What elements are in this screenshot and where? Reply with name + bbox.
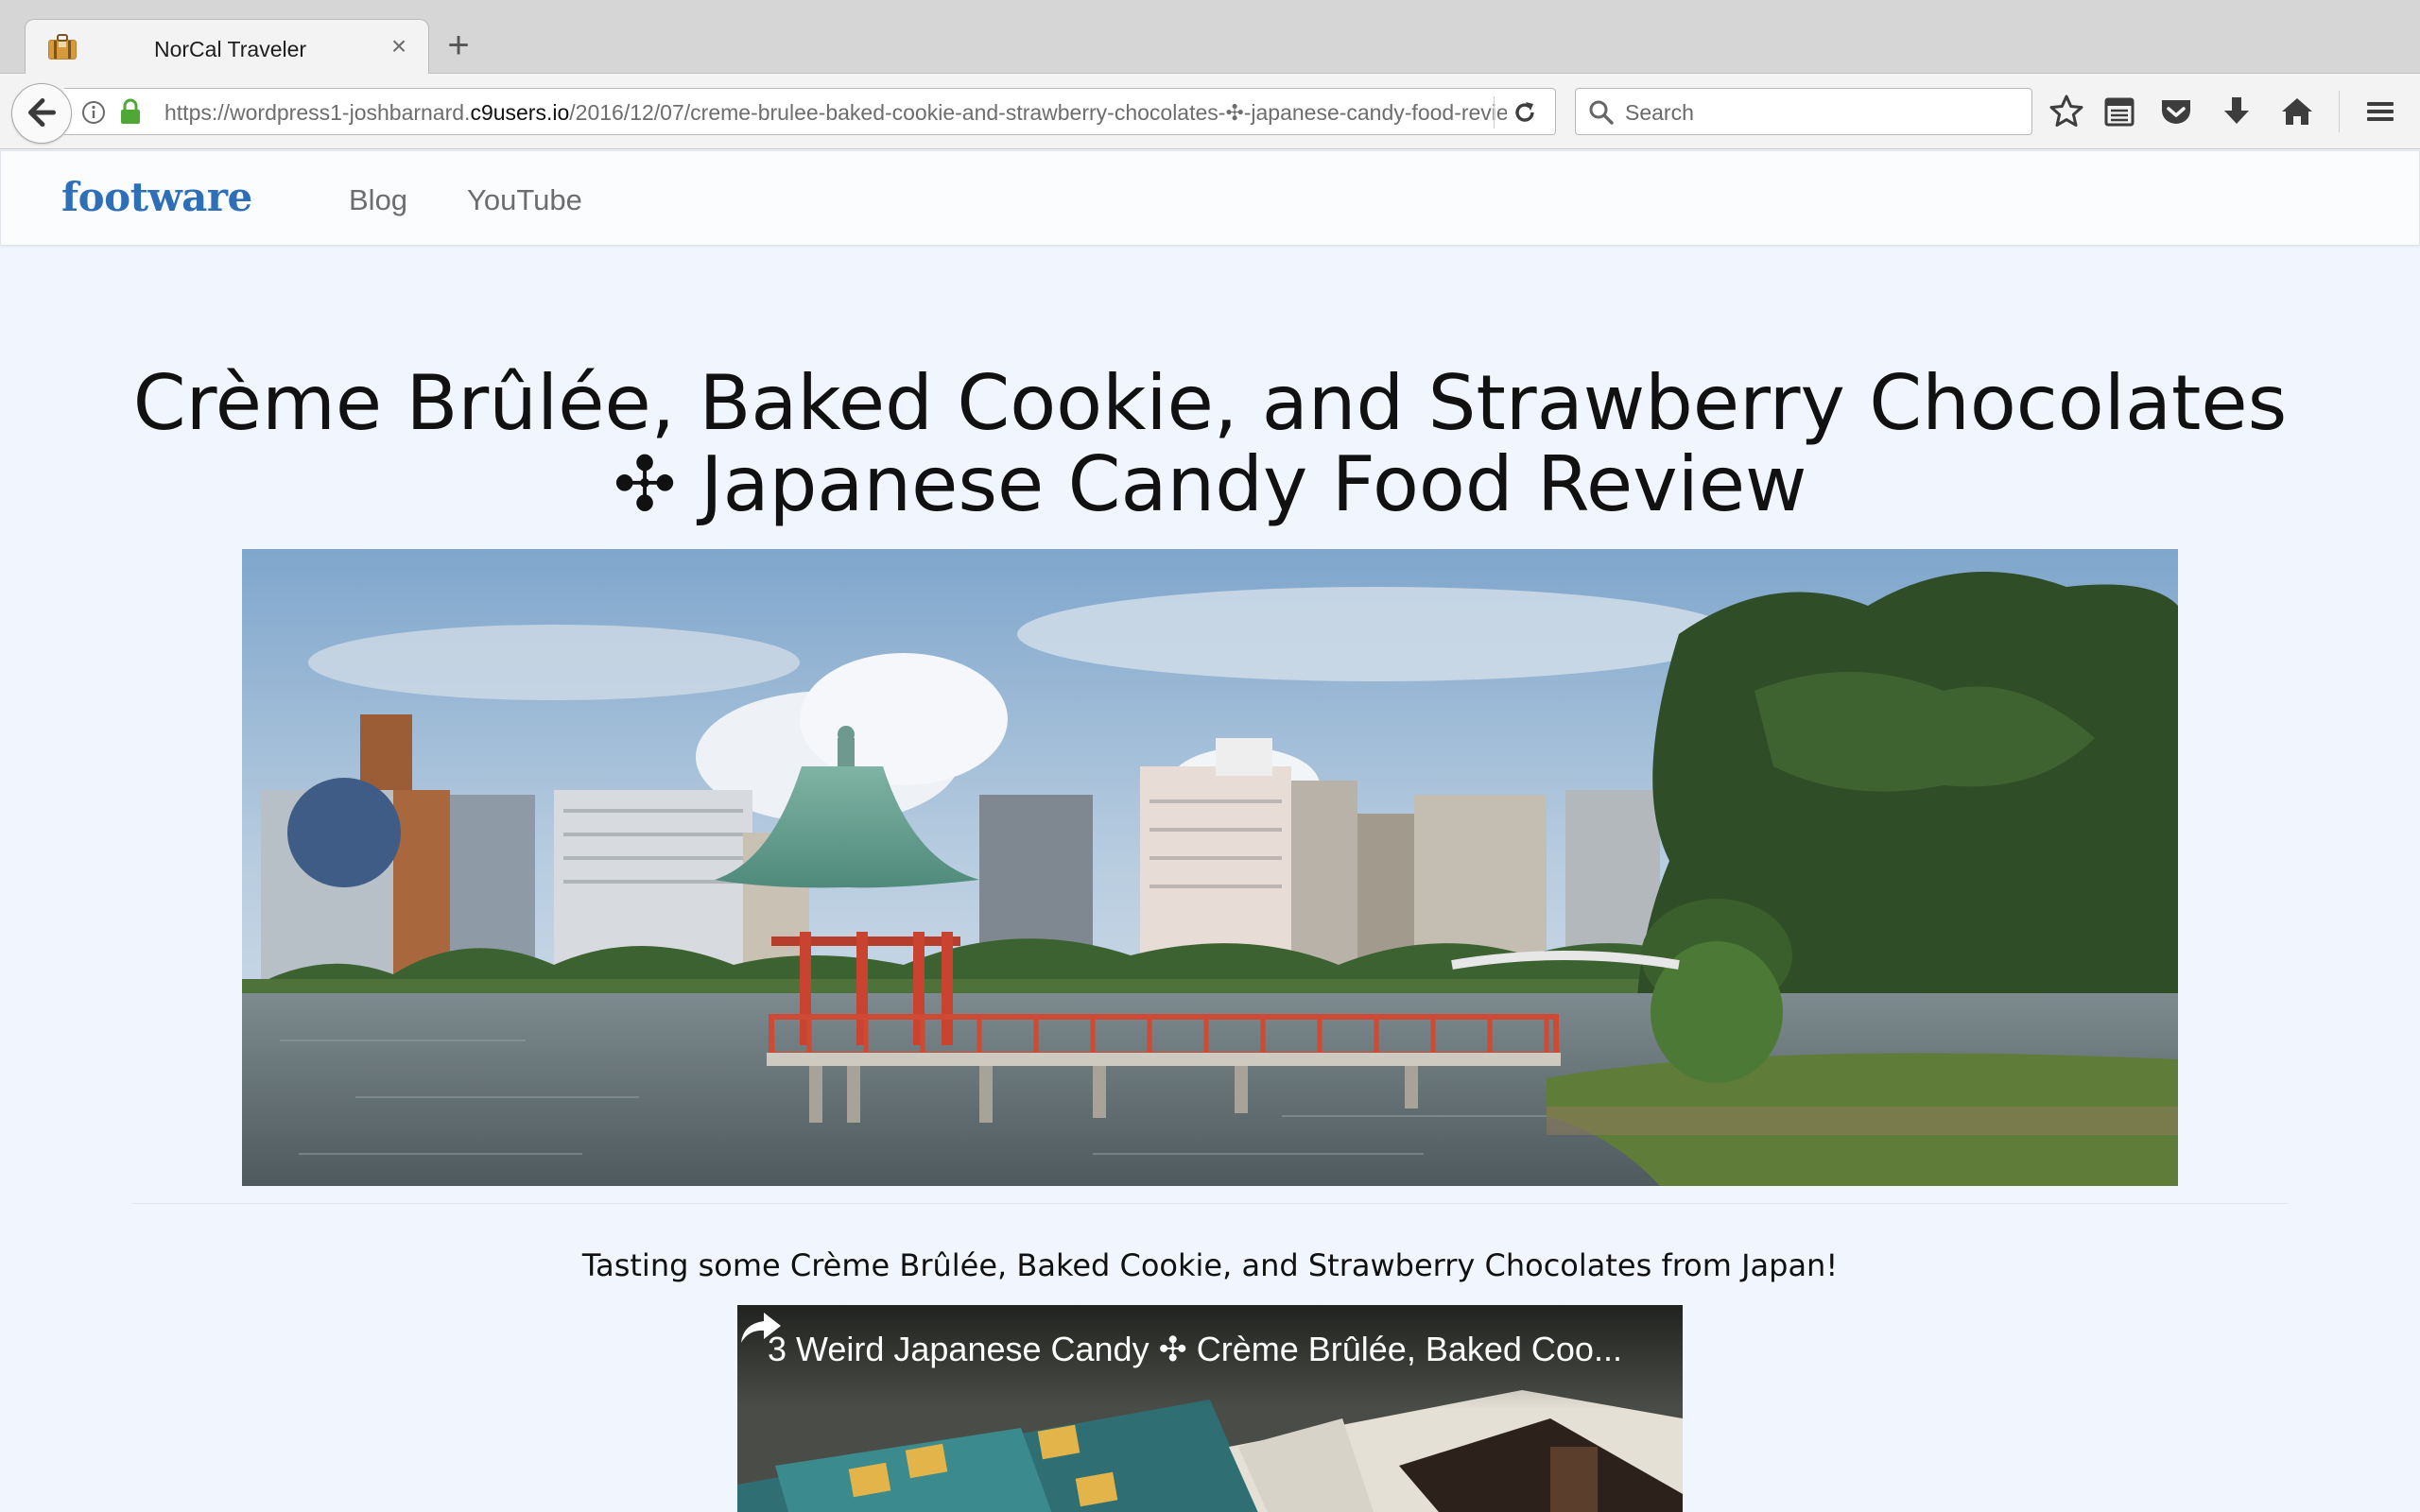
video-title[interactable]: 3 Weird Japanese Candy ✣ Crème Brûlée, B… — [768, 1330, 1622, 1369]
tab-close-button[interactable]: × — [385, 31, 413, 61]
url-text[interactable]: https://wordpress1-joshbarnard.c9users.i… — [164, 100, 1507, 126]
new-tab-button[interactable]: + — [442, 26, 475, 64]
menu-icon[interactable] — [2361, 93, 2399, 130]
tab-title: NorCal Traveler — [154, 37, 307, 61]
info-icon[interactable] — [81, 100, 106, 125]
back-arrow-icon — [27, 98, 57, 128]
search-bar[interactable] — [1575, 88, 2032, 135]
lock-icon[interactable] — [119, 98, 142, 125]
nav-link-blog[interactable]: Blog — [349, 183, 407, 217]
address-bar[interactable]: https://wordpress1-joshbarnard.c9users.i… — [64, 88, 1556, 135]
featured-image — [242, 549, 2178, 1186]
browser-tab[interactable]: NorCal Traveler × — [25, 19, 429, 74]
search-icon — [1589, 100, 1614, 125]
share-icon[interactable] — [737, 1305, 785, 1349]
post-excerpt: Tasting some Crème Brûlée, Baked Cookie,… — [581, 1247, 1839, 1283]
site-logo[interactable]: footware — [61, 174, 252, 220]
home-icon[interactable] — [2278, 93, 2316, 130]
tab-strip: NorCal Traveler × + — [0, 0, 2420, 74]
youtube-video-embed[interactable]: 3 Weird Japanese Candy ✣ Crème Brûlée, B… — [737, 1305, 1683, 1512]
search-input[interactable] — [1625, 98, 2022, 127]
content-divider — [132, 1203, 2288, 1204]
nav-link-youtube[interactable]: YouTube — [467, 183, 582, 217]
reload-icon[interactable] — [1511, 98, 1539, 127]
star-icon[interactable] — [2048, 93, 2085, 130]
url-divider — [1494, 96, 1495, 129]
post-title: Crème Brûlée, Baked Cookie, and Strawber… — [132, 359, 2288, 528]
reading-list-icon[interactable] — [2100, 93, 2138, 130]
toolbar-divider — [2339, 91, 2340, 132]
site-header: footware Blog YouTube — [0, 150, 2420, 246]
suitcase-icon — [48, 34, 77, 60]
navigation-toolbar: https://wordpress1-joshbarnard.c9users.i… — [0, 74, 2420, 149]
pocket-icon[interactable] — [2157, 93, 2195, 130]
download-icon[interactable] — [2218, 93, 2256, 130]
back-button[interactable] — [11, 83, 72, 144]
